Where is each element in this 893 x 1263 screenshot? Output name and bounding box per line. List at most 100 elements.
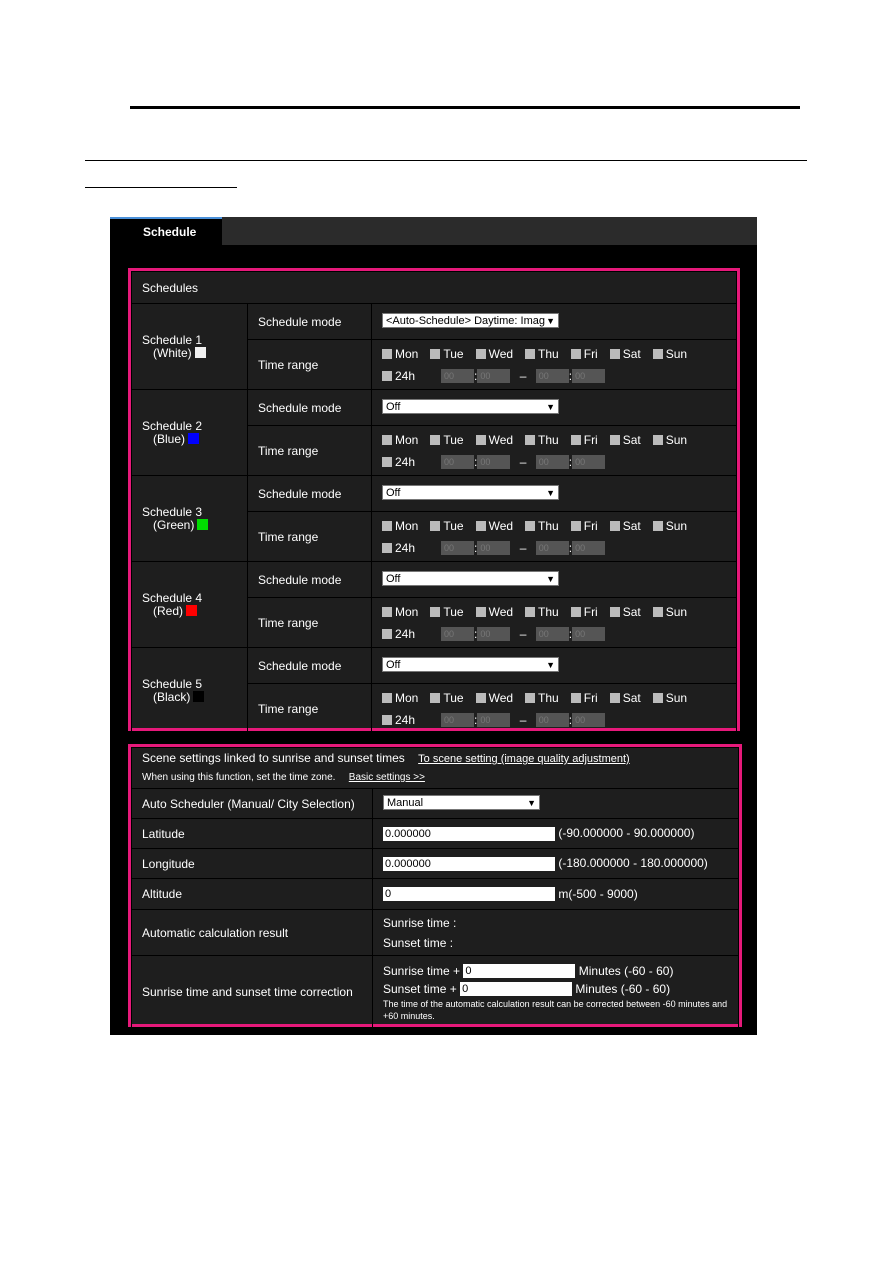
end-minute-select[interactable]: 00 xyxy=(572,627,606,642)
24h-checkbox[interactable]: 24h xyxy=(382,369,415,383)
schedule-mode-label: Schedule mode xyxy=(247,389,372,426)
time-zone-note: When using this function, set the time z… xyxy=(142,772,336,783)
day-checkbox-sat[interactable]: Sat xyxy=(609,347,641,361)
24h-label: 24h xyxy=(395,454,416,469)
day-checkbox-mon[interactable]: Mon xyxy=(382,347,418,361)
day-checkbox-mon[interactable]: Mon xyxy=(382,519,418,533)
end-hour-select[interactable]: 00 xyxy=(535,713,569,728)
schedule-mode-select[interactable]: Off ▼ xyxy=(382,570,559,586)
day-checkbox-fri[interactable]: Fri xyxy=(570,519,598,533)
day-label: Sun xyxy=(665,346,688,361)
chevron-down-icon: ▼ xyxy=(546,487,555,498)
day-checkbox-tue[interactable]: Tue xyxy=(430,605,464,619)
day-checkbox-sun[interactable]: Sun xyxy=(652,605,687,619)
color-swatch xyxy=(197,518,209,530)
checkbox-icon xyxy=(570,520,581,531)
start-minute-select[interactable]: 00 xyxy=(477,627,511,642)
dash: – xyxy=(519,454,527,469)
selected-value: Off xyxy=(386,400,401,413)
end-hour-select[interactable]: 00 xyxy=(535,455,569,470)
scene-title: Scene settings linked to sunrise and sun… xyxy=(142,751,405,765)
day-checkbox-fri[interactable]: Fri xyxy=(570,605,598,619)
day-checkbox-sun[interactable]: Sun xyxy=(652,433,687,447)
day-checkbox-fri[interactable]: Fri xyxy=(570,691,598,705)
start-hour-select[interactable]: 00 xyxy=(441,713,475,728)
selected-value: <Auto-Schedule> Daytime: Imag xyxy=(386,314,545,327)
day-checkbox-tue[interactable]: Tue xyxy=(430,519,464,533)
24h-checkbox[interactable]: 24h xyxy=(382,541,415,555)
altitude-input[interactable]: 0 xyxy=(383,887,555,902)
day-checkbox-wed[interactable]: Wed xyxy=(475,691,513,705)
day-label: Mon xyxy=(395,346,419,361)
schedule-mode-select[interactable]: Off ▼ xyxy=(382,398,559,414)
start-hour-select[interactable]: 00 xyxy=(441,627,475,642)
day-checkbox-wed[interactable]: Wed xyxy=(475,347,513,361)
end-hour-select[interactable]: 00 xyxy=(535,369,569,384)
day-checkbox-mon[interactable]: Mon xyxy=(382,433,418,447)
end-minute-select[interactable]: 00 xyxy=(572,541,606,556)
checkbox-icon xyxy=(570,348,581,359)
day-checkbox-thu[interactable]: Thu xyxy=(525,519,559,533)
day-checkbox-wed[interactable]: Wed xyxy=(475,519,513,533)
day-checkbox-mon[interactable]: Mon xyxy=(382,691,418,705)
checkbox-icon xyxy=(430,520,441,531)
day-checkbox-tue[interactable]: Tue xyxy=(430,347,464,361)
auto-scheduler-select[interactable]: Manual ▼ xyxy=(383,794,540,810)
start-hour-select[interactable]: 00 xyxy=(441,541,475,556)
day-checkbox-sat[interactable]: Sat xyxy=(609,605,641,619)
end-minute-select[interactable]: 00 xyxy=(572,713,606,728)
day-checkbox-thu[interactable]: Thu xyxy=(525,433,559,447)
schedule-mode-select[interactable]: Off ▼ xyxy=(382,656,559,672)
scene-setting-link[interactable]: To scene setting (image quality adjustme… xyxy=(418,753,630,765)
time-range-label: Time range xyxy=(247,339,372,390)
start-minute-select[interactable]: 00 xyxy=(477,455,511,470)
start-minute-select[interactable]: 00 xyxy=(477,369,511,384)
end-hour-select[interactable]: 00 xyxy=(535,627,569,642)
sunset-correction-input[interactable]: 0 xyxy=(460,982,573,997)
schedule-label-cell: Schedule 2 (Blue) xyxy=(131,389,248,476)
sunrise-time: Sunrise time : xyxy=(383,915,457,930)
day-checkbox-sat[interactable]: Sat xyxy=(609,433,641,447)
start-minute-select[interactable]: 00 xyxy=(477,713,511,728)
checkbox-icon xyxy=(609,348,620,359)
start-hour-select[interactable]: 00 xyxy=(441,455,475,470)
longitude-input[interactable]: 0.000000 xyxy=(383,856,555,871)
day-checkbox-sun[interactable]: Sun xyxy=(652,519,687,533)
day-checkbox-fri[interactable]: Fri xyxy=(570,347,598,361)
day-checkbox-tue[interactable]: Tue xyxy=(430,691,464,705)
latitude-input[interactable]: 0.000000 xyxy=(383,826,555,841)
day-checkbox-sun[interactable]: Sun xyxy=(652,346,688,361)
day-checkbox-mon[interactable]: Mon xyxy=(382,605,418,619)
day-checkbox-wed[interactable]: Wed xyxy=(475,433,513,447)
dash: – xyxy=(519,540,527,555)
day-checkbox-thu[interactable]: Thu xyxy=(525,691,559,705)
day-label: Thu xyxy=(538,346,559,361)
day-checkbox-sat[interactable]: Sat xyxy=(609,519,641,533)
24h-checkbox[interactable]: 24h xyxy=(382,455,415,469)
schedule-mode-select[interactable]: Off ▼ xyxy=(382,484,559,500)
day-checkbox-sat[interactable]: Sat xyxy=(609,690,641,705)
start-hour-select[interactable]: 00 xyxy=(441,369,475,384)
day-checkbox-tue[interactable]: Tue xyxy=(430,433,464,447)
checkbox-icon xyxy=(430,348,441,359)
day-label: Sat xyxy=(622,690,641,705)
end-minute-select[interactable]: 00 xyxy=(572,369,606,384)
end-minute-select[interactable]: 00 xyxy=(572,455,606,470)
day-checkbox-wed[interactable]: Wed xyxy=(475,605,513,619)
schedule-mode-select[interactable]: <Auto-Schedule> Daytime: Imag ▼ xyxy=(382,312,559,328)
day-checkbox-fri[interactable]: Fri xyxy=(570,433,598,447)
checkbox-icon xyxy=(382,434,392,445)
24h-checkbox[interactable]: 24h xyxy=(382,713,415,727)
start-minute-select[interactable]: 00 xyxy=(477,541,511,556)
24h-checkbox[interactable]: 24h xyxy=(382,627,415,641)
tab-schedule[interactable]: Schedule xyxy=(110,217,222,245)
color-swatch xyxy=(188,432,200,444)
selected-value: Off xyxy=(386,572,401,585)
day-checkbox-thu[interactable]: Thu xyxy=(525,347,559,361)
basic-settings-link[interactable]: Basic settings >> xyxy=(349,772,425,783)
end-hour-select[interactable]: 00 xyxy=(535,541,569,556)
day-checkbox-thu[interactable]: Thu xyxy=(525,605,559,619)
sunrise-correction-input[interactable]: 0 xyxy=(463,964,576,979)
day-checkbox-sun[interactable]: Sun xyxy=(652,691,687,705)
divider xyxy=(85,187,237,188)
